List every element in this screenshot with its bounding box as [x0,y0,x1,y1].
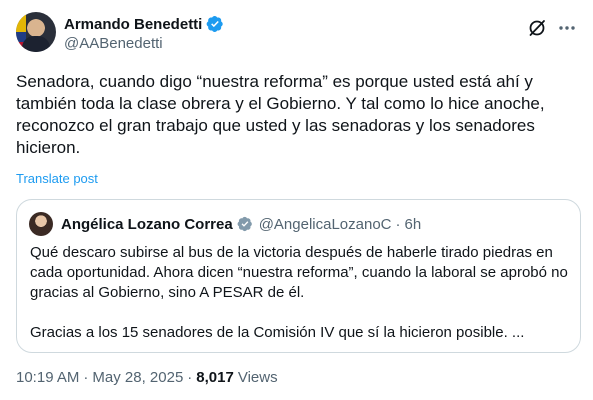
meta-separator: · [187,369,193,386]
quoted-paragraph: Qué descaro subirse al bus de la victori… [30,244,568,301]
tweet-date[interactable]: May 28, 2025 [92,369,183,386]
author-handle[interactable]: @AABenedetti [64,35,224,52]
quoted-tweet[interactable]: Angélica Lozano Correa @AngelicaLozanoC … [16,199,581,353]
views-label: Views [237,369,278,386]
quoted-avatar[interactable] [29,212,53,236]
quoted-handle[interactable]: @AngelicaLozanoC [259,216,392,233]
quoted-text: Qué descaro subirse al bus de la victori… [30,243,570,343]
tweet-time[interactable]: 10:19 AM [16,369,79,386]
tweet-meta: 10:19 AM · May 28, 2025 · 8,017 Views [16,369,278,386]
author-name-line: Armando Benedetti [64,14,224,34]
author-display-name[interactable]: Armando Benedetti [64,16,202,33]
translate-post-link[interactable]: Translate post [16,171,98,186]
more-icon[interactable] [557,18,577,38]
meta-separator: · [83,369,89,386]
tweet-text: Senadora, cuando digo “nuestra reforma” … [16,72,545,157]
quoted-header: Angélica Lozano Correa @AngelicaLozanoC … [29,212,421,236]
verified-badge-icon[interactable] [206,15,224,33]
quoted-time[interactable]: 6h [405,216,422,233]
views-count[interactable]: 8,017 [196,369,234,386]
verified-badge-icon [237,216,252,232]
tweet-header: Armando Benedetti @AABenedetti [16,12,577,56]
grok-icon[interactable] [527,18,547,38]
quoted-display-name[interactable]: Angélica Lozano Correa [61,216,233,233]
quoted-paragraph: Gracias a los 15 senadores de la Comisió… [30,324,525,341]
quoted-separator: · [395,215,401,233]
author-avatar[interactable] [16,12,56,52]
author-name-block: Armando Benedetti @AABenedetti [64,14,224,52]
avatar-suit [22,36,50,52]
